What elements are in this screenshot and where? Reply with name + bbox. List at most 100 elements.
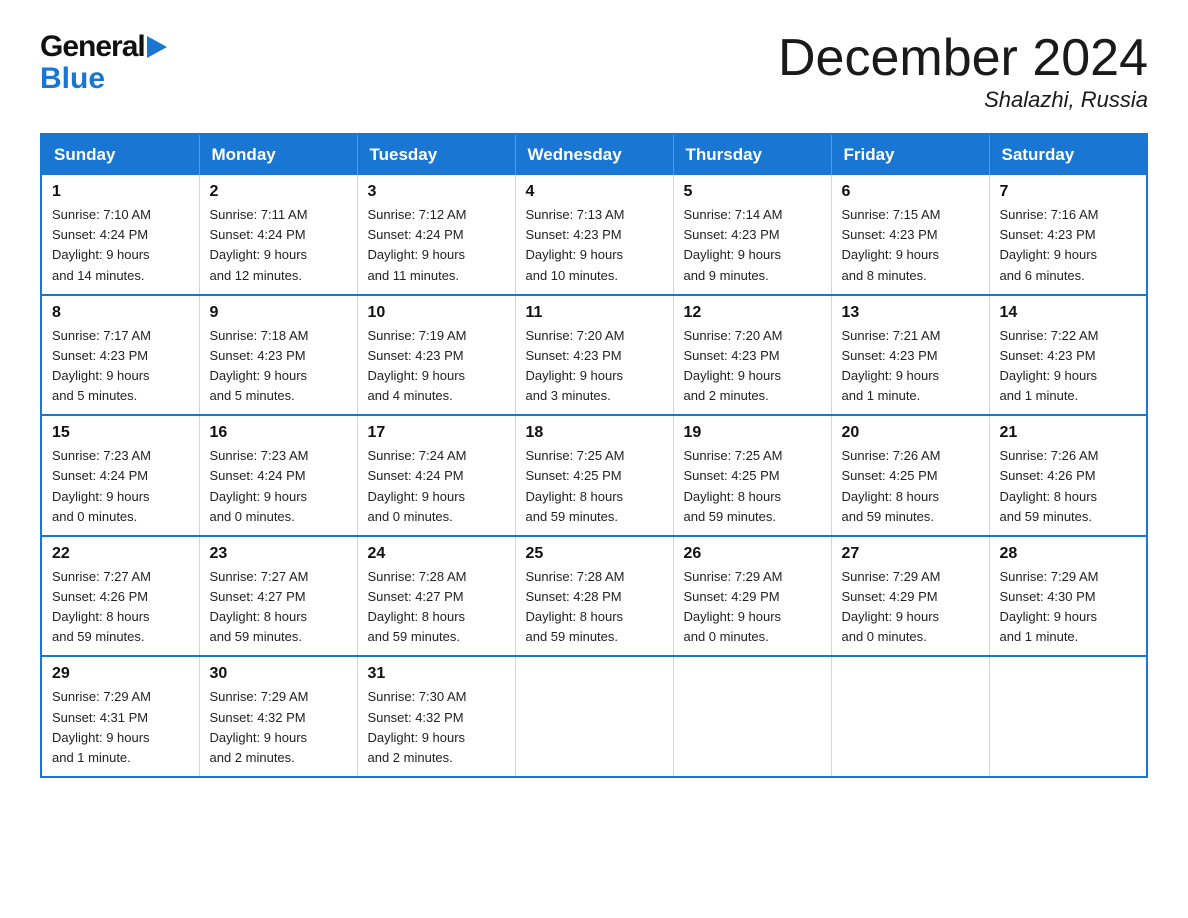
month-title: December 2024	[778, 30, 1148, 87]
day-info: Sunrise: 7:26 AMSunset: 4:25 PMDaylight:…	[842, 446, 979, 527]
calendar-cell: 4 Sunrise: 7:13 AMSunset: 4:23 PMDaylight…	[515, 175, 673, 295]
day-info: Sunrise: 7:29 AMSunset: 4:30 PMDaylight:…	[1000, 567, 1137, 648]
day-number: 13	[842, 304, 979, 322]
calendar-cell: 26 Sunrise: 7:29 AMSunset: 4:29 PMDayligh…	[673, 536, 831, 657]
calendar-cell: 31 Sunrise: 7:30 AMSunset: 4:32 PMDayligh…	[357, 656, 515, 777]
title-area: December 2024 Shalazhi, Russia	[778, 30, 1148, 113]
calendar-week-row: 29 Sunrise: 7:29 AMSunset: 4:31 PMDayligh…	[41, 656, 1147, 777]
calendar-cell: 3Sunrise: 7:12 AMSunset: 4:24 PMDaylight…	[357, 175, 515, 295]
day-info: Sunrise: 7:18 AMSunset: 4:23 PMDaylight:…	[210, 326, 347, 407]
day-number: 11	[526, 304, 663, 322]
day-number: 30	[210, 665, 347, 683]
day-info: Sunrise: 7:23 AMSunset: 4:24 PMDaylight:…	[52, 446, 189, 527]
calendar-header-monday: Monday	[199, 134, 357, 175]
day-info: Sunrise: 7:22 AMSunset: 4:23 PMDaylight:…	[1000, 326, 1137, 407]
calendar-cell	[989, 656, 1147, 777]
calendar-cell: 14 Sunrise: 7:22 AMSunset: 4:23 PMDayligh…	[989, 295, 1147, 416]
calendar-cell: 13 Sunrise: 7:21 AMSunset: 4:23 PMDayligh…	[831, 295, 989, 416]
day-info: Sunrise: 7:29 AMSunset: 4:29 PMDaylight:…	[842, 567, 979, 648]
day-info: Sunrise: 7:24 AMSunset: 4:24 PMDaylight:…	[368, 446, 505, 527]
day-number: 31	[368, 665, 505, 683]
day-number: 26	[684, 545, 821, 563]
day-number: 21	[1000, 424, 1137, 442]
calendar-cell	[515, 656, 673, 777]
day-number: 28	[1000, 545, 1137, 563]
page-header: General Blue December 2024 Shalazhi, Rus…	[40, 30, 1148, 113]
calendar-cell: 29 Sunrise: 7:29 AMSunset: 4:31 PMDayligh…	[41, 656, 199, 777]
day-number: 5	[684, 183, 821, 201]
day-info: Sunrise: 7:19 AMSunset: 4:23 PMDaylight:…	[368, 326, 505, 407]
calendar-cell: 25Sunrise: 7:28 AMSunset: 4:28 PMDayligh…	[515, 536, 673, 657]
day-number: 22	[52, 545, 189, 563]
day-info: Sunrise: 7:11 AMSunset: 4:24 PMDaylight:…	[210, 205, 347, 286]
calendar-cell	[831, 656, 989, 777]
day-number: 27	[842, 545, 979, 563]
calendar-cell: 6Sunrise: 7:15 AMSunset: 4:23 PMDaylight…	[831, 175, 989, 295]
day-number: 16	[210, 424, 347, 442]
day-number: 14	[1000, 304, 1137, 322]
day-number: 18	[526, 424, 663, 442]
calendar-cell: 24 Sunrise: 7:28 AMSunset: 4:27 PMDayligh…	[357, 536, 515, 657]
day-number: 20	[842, 424, 979, 442]
calendar-week-row: 22Sunrise: 7:27 AMSunset: 4:26 PMDayligh…	[41, 536, 1147, 657]
day-number: 19	[684, 424, 821, 442]
calendar-cell: 5 Sunrise: 7:14 AMSunset: 4:23 PMDaylight…	[673, 175, 831, 295]
day-info: Sunrise: 7:27 AMSunset: 4:27 PMDaylight:…	[210, 567, 347, 648]
day-info: Sunrise: 7:10 AMSunset: 4:24 PMDaylight:…	[52, 205, 189, 286]
calendar-cell: 17 Sunrise: 7:24 AMSunset: 4:24 PMDayligh…	[357, 415, 515, 536]
calendar-table: SundayMondayTuesdayWednesdayThursdayFrid…	[40, 133, 1148, 778]
day-info: Sunrise: 7:20 AMSunset: 4:23 PMDaylight:…	[684, 326, 821, 407]
calendar-header-row: SundayMondayTuesdayWednesdayThursdayFrid…	[41, 134, 1147, 175]
day-info: Sunrise: 7:21 AMSunset: 4:23 PMDaylight:…	[842, 326, 979, 407]
day-info: Sunrise: 7:26 AMSunset: 4:26 PMDaylight:…	[1000, 446, 1137, 527]
calendar-cell: 2 Sunrise: 7:11 AMSunset: 4:24 PMDaylight…	[199, 175, 357, 295]
calendar-header-thursday: Thursday	[673, 134, 831, 175]
calendar-cell	[673, 656, 831, 777]
location-subtitle: Shalazhi, Russia	[778, 87, 1148, 113]
calendar-cell: 23 Sunrise: 7:27 AMSunset: 4:27 PMDayligh…	[199, 536, 357, 657]
calendar-cell: 15 Sunrise: 7:23 AMSunset: 4:24 PMDayligh…	[41, 415, 199, 536]
day-info: Sunrise: 7:29 AMSunset: 4:31 PMDaylight:…	[52, 687, 189, 768]
calendar-cell: 9 Sunrise: 7:18 AMSunset: 4:23 PMDaylight…	[199, 295, 357, 416]
calendar-cell: 10 Sunrise: 7:19 AMSunset: 4:23 PMDayligh…	[357, 295, 515, 416]
day-number: 7	[1000, 183, 1137, 201]
calendar-week-row: 15 Sunrise: 7:23 AMSunset: 4:24 PMDayligh…	[41, 415, 1147, 536]
day-number: 2	[210, 183, 347, 201]
day-number: 10	[368, 304, 505, 322]
day-info: Sunrise: 7:13 AMSunset: 4:23 PMDaylight:…	[526, 205, 663, 286]
day-info: Sunrise: 7:28 AMSunset: 4:27 PMDaylight:…	[368, 567, 505, 648]
day-number: 9	[210, 304, 347, 322]
day-info: Sunrise: 7:25 AMSunset: 4:25 PMDaylight:…	[684, 446, 821, 527]
calendar-cell: 19 Sunrise: 7:25 AMSunset: 4:25 PMDayligh…	[673, 415, 831, 536]
day-number: 12	[684, 304, 821, 322]
day-number: 29	[52, 665, 189, 683]
calendar-cell: 16 Sunrise: 7:23 AMSunset: 4:24 PMDayligh…	[199, 415, 357, 536]
logo-general-text: General	[40, 32, 145, 62]
day-info: Sunrise: 7:29 AMSunset: 4:29 PMDaylight:…	[684, 567, 821, 648]
day-info: Sunrise: 7:20 AMSunset: 4:23 PMDaylight:…	[526, 326, 663, 407]
day-number: 15	[52, 424, 189, 442]
day-number: 24	[368, 545, 505, 563]
calendar-cell: 1Sunrise: 7:10 AMSunset: 4:24 PMDaylight…	[41, 175, 199, 295]
calendar-header-wednesday: Wednesday	[515, 134, 673, 175]
day-info: Sunrise: 7:29 AMSunset: 4:32 PMDaylight:…	[210, 687, 347, 768]
calendar-cell: 7Sunrise: 7:16 AMSunset: 4:23 PMDaylight…	[989, 175, 1147, 295]
day-number: 4	[526, 183, 663, 201]
day-info: Sunrise: 7:17 AMSunset: 4:23 PMDaylight:…	[52, 326, 189, 407]
day-info: Sunrise: 7:30 AMSunset: 4:32 PMDaylight:…	[368, 687, 505, 768]
calendar-cell: 11 Sunrise: 7:20 AMSunset: 4:23 PMDayligh…	[515, 295, 673, 416]
calendar-cell: 8Sunrise: 7:17 AMSunset: 4:23 PMDaylight…	[41, 295, 199, 416]
calendar-header-friday: Friday	[831, 134, 989, 175]
day-info: Sunrise: 7:25 AMSunset: 4:25 PMDaylight:…	[526, 446, 663, 527]
calendar-cell: 18 Sunrise: 7:25 AMSunset: 4:25 PMDayligh…	[515, 415, 673, 536]
day-number: 23	[210, 545, 347, 563]
calendar-header-tuesday: Tuesday	[357, 134, 515, 175]
calendar-header-sunday: Sunday	[41, 134, 199, 175]
calendar-cell: 27 Sunrise: 7:29 AMSunset: 4:29 PMDayligh…	[831, 536, 989, 657]
calendar-week-row: 8Sunrise: 7:17 AMSunset: 4:23 PMDaylight…	[41, 295, 1147, 416]
logo: General Blue	[40, 30, 169, 94]
day-info: Sunrise: 7:23 AMSunset: 4:24 PMDaylight:…	[210, 446, 347, 527]
day-number: 17	[368, 424, 505, 442]
day-info: Sunrise: 7:14 AMSunset: 4:23 PMDaylight:…	[684, 205, 821, 286]
calendar-cell: 28 Sunrise: 7:29 AMSunset: 4:30 PMDayligh…	[989, 536, 1147, 657]
